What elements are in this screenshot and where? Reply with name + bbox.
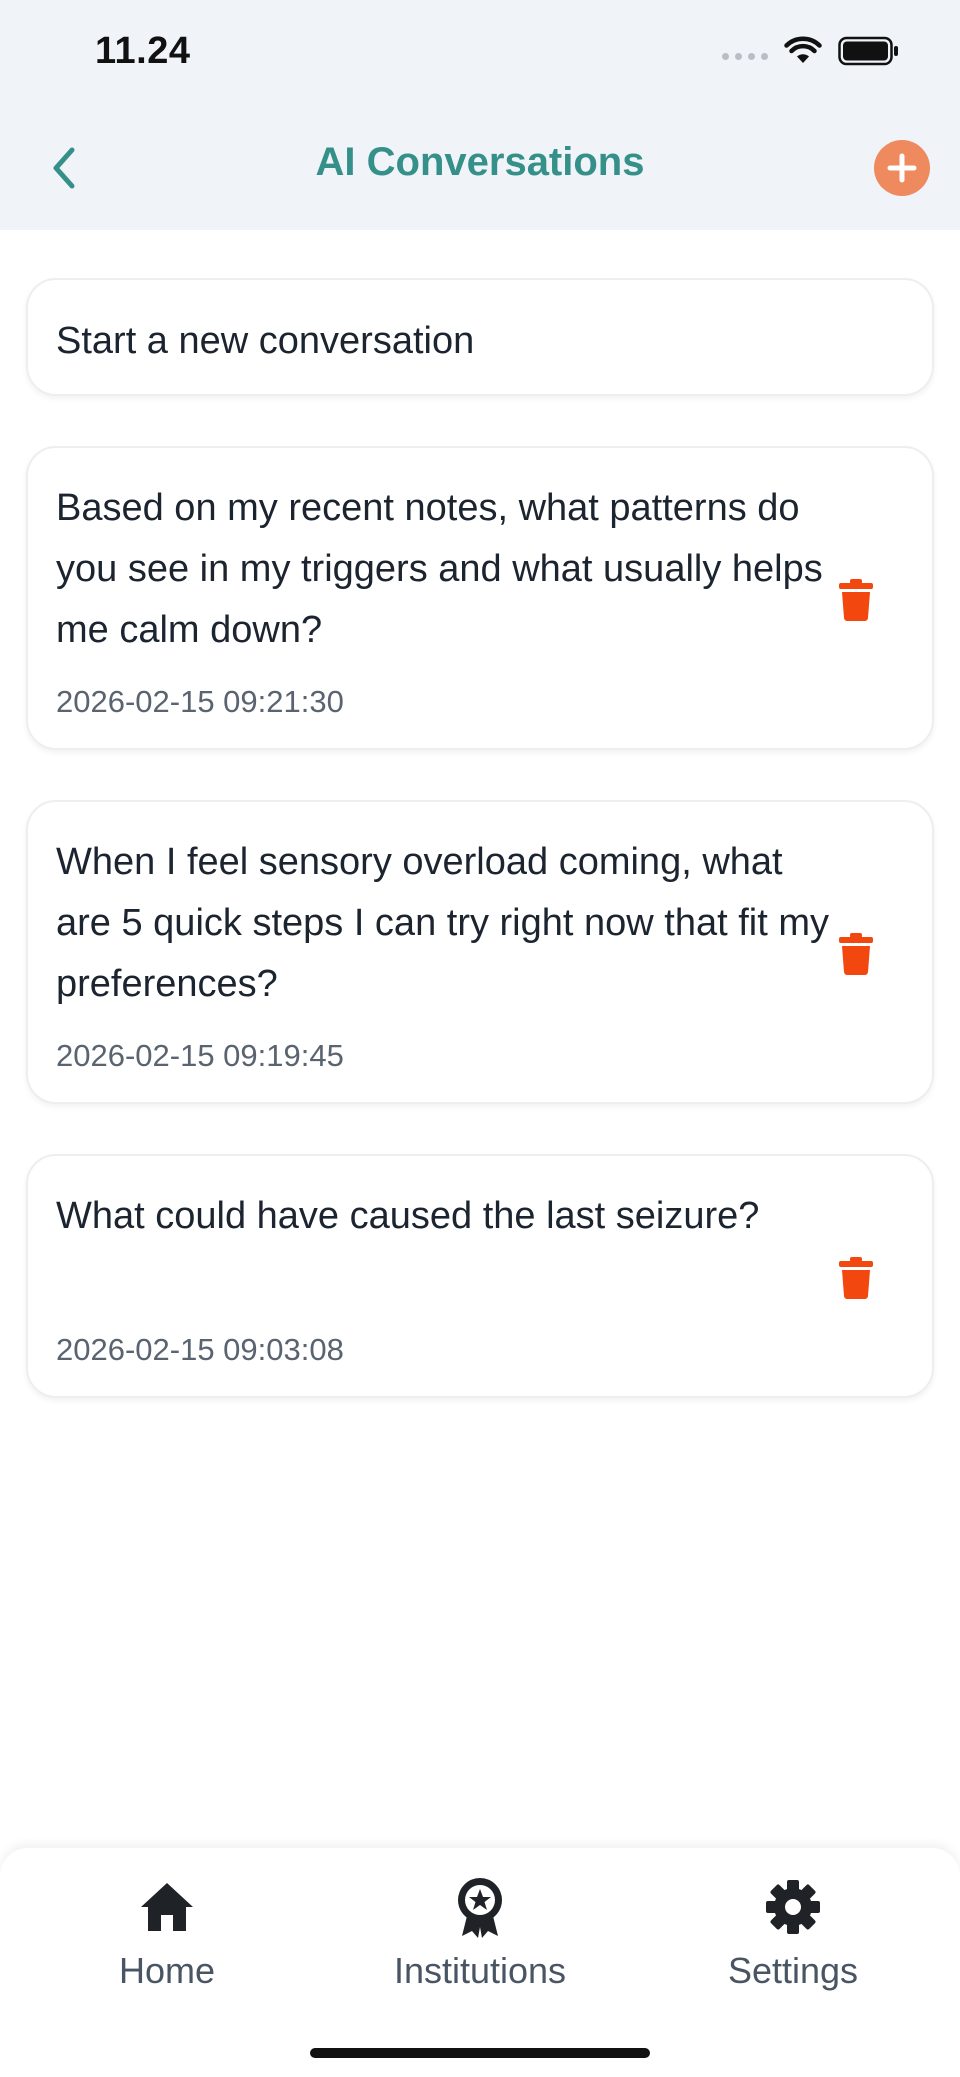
tab-bar: Home Institutions Settings	[0, 1848, 960, 2077]
signal-icon	[722, 52, 768, 60]
conversation-text: What could have caused the last seizure?	[56, 1195, 760, 1237]
trash-icon[interactable]	[838, 1256, 874, 1300]
conversation-timestamp: 2026-02-15 09:03:08	[56, 1332, 344, 1367]
tab-home-label: Home	[118, 1950, 216, 1991]
conversation-text: When I feel sensory overload coming, wha…	[56, 841, 829, 1005]
page-title: AI Conversations	[315, 140, 645, 184]
new-conversation-label: Start a new conversation	[56, 320, 475, 362]
conversation-card[interactable]: What could have caused the last seizure?…	[26, 1154, 934, 1398]
tab-institutions-label: Institutions	[393, 1950, 567, 1991]
add-conversation-button[interactable]	[874, 140, 930, 196]
tab-settings[interactable]: Settings	[643, 1876, 943, 1992]
conversation-text: Based on my recent notes, what patterns …	[56, 487, 823, 651]
conversation-timestamp: 2026-02-15 09:21:30	[56, 684, 344, 719]
conversation-timestamp: 2026-02-15 09:19:45	[56, 1038, 344, 1073]
conversation-card[interactable]: When I feel sensory overload coming, wha…	[26, 800, 934, 1104]
tab-home[interactable]: Home	[17, 1876, 317, 1992]
trash-icon[interactable]	[838, 932, 874, 976]
home-indicator	[310, 2048, 650, 2058]
tab-institutions[interactable]: Institutions	[330, 1876, 630, 1992]
wifi-icon	[784, 36, 822, 63]
conversation-card[interactable]: Based on my recent notes, what patterns …	[26, 446, 934, 750]
plus-circle-icon	[887, 153, 917, 183]
award-ribbon-icon	[458, 1878, 502, 1938]
new-conversation-card[interactable]: Start a new conversation	[26, 278, 934, 396]
status-icons	[722, 36, 900, 66]
battery-icon	[838, 36, 898, 66]
status-time: 11.24	[95, 30, 191, 72]
header-area: 11.24 AI Conversations	[0, 0, 960, 230]
gear-icon	[766, 1880, 820, 1934]
trash-icon[interactable]	[838, 578, 874, 622]
home-icon	[141, 1883, 193, 1931]
tab-settings-label: Settings	[727, 1950, 859, 1991]
